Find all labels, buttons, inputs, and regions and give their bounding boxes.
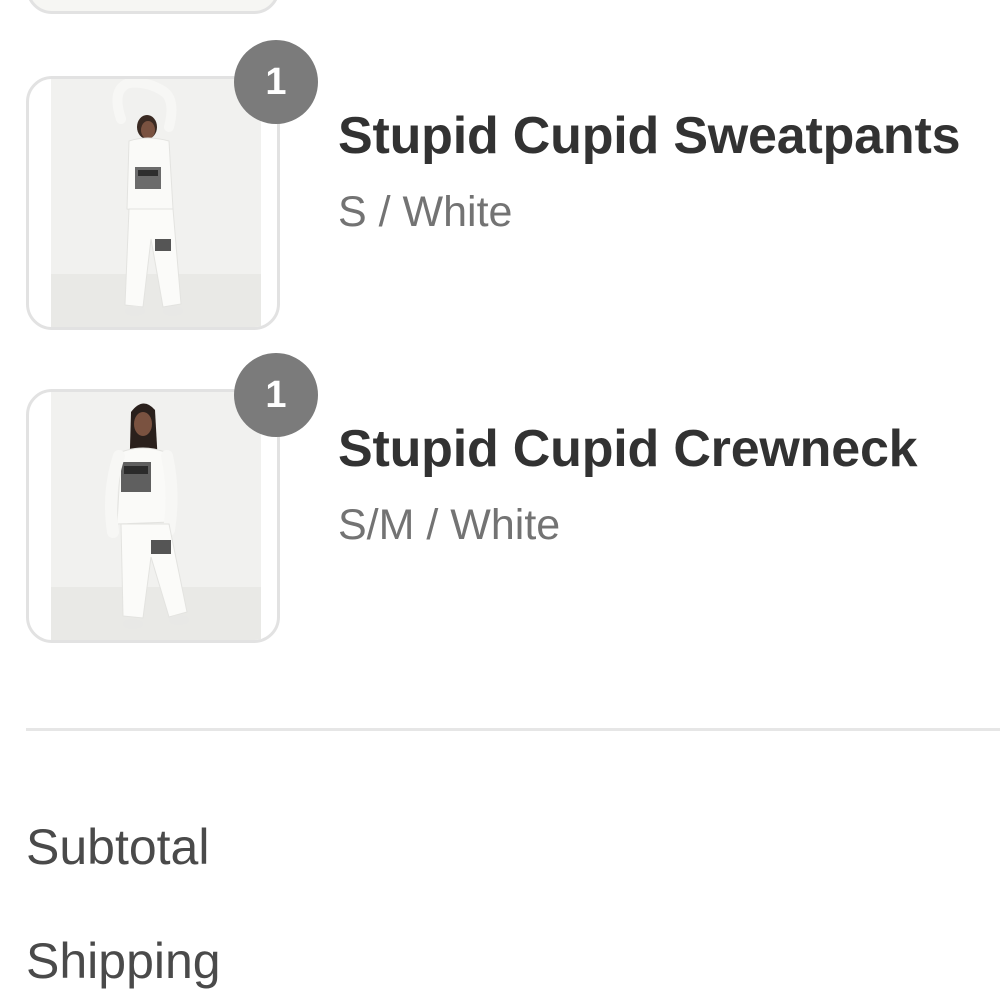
- product-thumbnail-wrapper: 1: [26, 40, 318, 330]
- cart-line-item: 1 Stupid Cupid Sweatpants S / White: [0, 40, 1000, 376]
- quantity-badge: 1: [234, 40, 318, 124]
- product-thumbnail-wrapper: 1: [26, 353, 318, 643]
- product-thumbnail: [26, 389, 280, 643]
- product-name: Stupid Cupid Sweatpants: [338, 107, 961, 165]
- previous-item-thumbnail: [26, 0, 280, 14]
- quantity-badge: 1: [234, 353, 318, 437]
- product-photo-sweatpants: [51, 79, 261, 327]
- product-photo-crewneck: [51, 392, 261, 640]
- section-divider: [26, 728, 1000, 731]
- product-name: Stupid Cupid Crewneck: [338, 420, 918, 478]
- cart-line-item: 1 Stupid Cupid Crewneck S/M / White: [0, 353, 1000, 689]
- product-variant: S / White: [338, 188, 513, 236]
- shipping-label: Shipping: [26, 933, 221, 989]
- product-thumbnail: [26, 76, 280, 330]
- product-variant: S/M / White: [338, 501, 561, 549]
- subtotal-label: Subtotal: [26, 819, 210, 875]
- order-summary-page: 1 Stupid Cupid Sweatpants S / White 1 St…: [0, 0, 1000, 1000]
